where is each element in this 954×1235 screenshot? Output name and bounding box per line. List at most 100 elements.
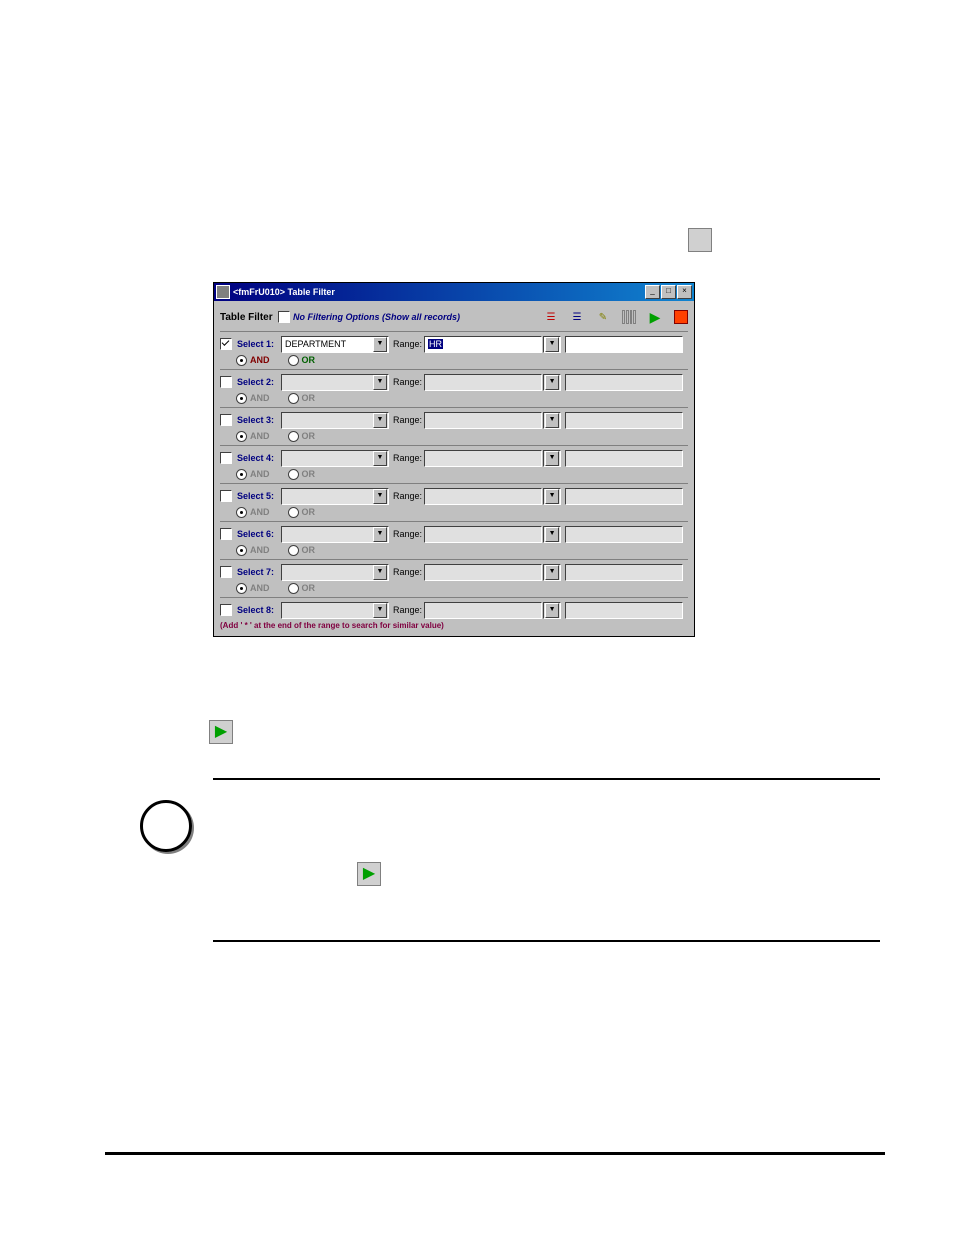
chevron-down-icon: ▼ <box>545 337 559 352</box>
go-button-2[interactable]: ▶ <box>357 862 381 886</box>
range-from-dd: ▼ <box>543 488 561 505</box>
row-label: Select 6: <box>237 529 281 539</box>
or-radio: OR <box>288 431 316 442</box>
row-checkbox[interactable] <box>220 528 232 540</box>
go-icon[interactable]: ▶ <box>648 310 662 324</box>
no-filter-checkbox[interactable] <box>278 311 290 323</box>
row-checkbox[interactable] <box>220 604 232 616</box>
chevron-down-icon: ▼ <box>545 527 559 542</box>
maximize-button[interactable]: □ <box>661 285 676 299</box>
edit-icon[interactable]: ✎ <box>596 310 610 324</box>
range-from <box>424 374 542 391</box>
range-to <box>565 488 683 505</box>
range-from[interactable]: HR <box>424 336 542 353</box>
row-checkbox[interactable] <box>220 490 232 502</box>
range-to <box>565 602 683 619</box>
or-radio: OR <box>288 469 316 480</box>
chevron-down-icon: ▼ <box>545 489 559 504</box>
hint-text: (Add ' * ' at the end of the range to se… <box>220 619 688 632</box>
chevron-down-icon: ▼ <box>545 603 559 618</box>
filter-row-8: Select 8:▼Range:▼ <box>220 597 688 619</box>
field-combo: ▼ <box>281 412 389 429</box>
go-button-1[interactable]: ▶ <box>209 720 233 744</box>
filter-row-3: Select 3:▼Range:▼ANDOR <box>220 407 688 443</box>
range-from-dd: ▼ <box>543 374 561 391</box>
chevron-down-icon: ▼ <box>373 489 387 504</box>
chevron-down-icon: ▼ <box>373 565 387 580</box>
chevron-down-icon: ▼ <box>373 451 387 466</box>
field-combo: ▼ <box>281 602 389 619</box>
range-from-dd[interactable]: ▼ <box>543 336 561 353</box>
or-radio: OR <box>288 583 316 594</box>
chevron-down-icon: ▼ <box>545 375 559 390</box>
and-radio: AND <box>236 545 270 556</box>
row-label: Select 3: <box>237 415 281 425</box>
row-checkbox[interactable] <box>220 452 232 464</box>
chevron-down-icon: ▼ <box>373 375 387 390</box>
table-filter-window: <fmFrU010> Table Filter _ □ × Table Filt… <box>213 282 695 637</box>
row-checkbox[interactable] <box>220 376 232 388</box>
field-combo: ▼ <box>281 374 389 391</box>
or-radio: OR <box>288 393 316 404</box>
range-to <box>565 564 683 581</box>
range-to <box>565 412 683 429</box>
or-radio: OR <box>288 545 316 556</box>
chevron-down-icon: ▼ <box>373 413 387 428</box>
and-radio: AND <box>236 469 270 480</box>
chevron-down-icon: ▼ <box>373 603 387 618</box>
range-label: Range: <box>393 339 422 349</box>
row-label: Select 5: <box>237 491 281 501</box>
filter-row-6: Select 6:▼Range:▼ANDOR <box>220 521 688 557</box>
and-radio: AND <box>236 431 270 442</box>
range-label: Range: <box>393 491 422 501</box>
and-radio: AND <box>236 393 270 404</box>
or-radio[interactable]: OR <box>288 355 316 366</box>
range-label: Range: <box>393 453 422 463</box>
chevron-down-icon: ▼ <box>545 565 559 580</box>
filter-row-1: Select 1:DEPARTMENT▼Range:HR▼ANDOR <box>220 331 688 367</box>
range-from-dd: ▼ <box>543 564 561 581</box>
row-label: Select 1: <box>237 339 281 349</box>
window-title: <fmFrU010> Table Filter <box>233 287 644 297</box>
no-filter-label: No Filtering Options (Show all records) <box>293 312 460 322</box>
range-from <box>424 450 542 467</box>
filter-row-7: Select 7:▼Range:▼ANDOR <box>220 559 688 595</box>
field-combo: ▼ <box>281 564 389 581</box>
range-to[interactable] <box>565 336 683 353</box>
colors-icon[interactable] <box>622 310 636 324</box>
field-combo: ▼ <box>281 526 389 543</box>
chevron-down-icon: ▼ <box>545 413 559 428</box>
and-radio: AND <box>236 507 270 518</box>
range-to <box>565 374 683 391</box>
range-from <box>424 526 542 543</box>
window-icon <box>216 285 230 299</box>
list-red-icon[interactable]: ☰ <box>544 310 558 324</box>
and-radio: AND <box>236 583 270 594</box>
row-checkbox[interactable] <box>220 338 232 350</box>
minimize-button[interactable]: _ <box>645 285 660 299</box>
filter-row-4: Select 4:▼Range:▼ANDOR <box>220 445 688 481</box>
and-radio[interactable]: AND <box>236 355 270 366</box>
step-circle <box>140 800 192 852</box>
row-checkbox[interactable] <box>220 414 232 426</box>
divider <box>213 778 880 780</box>
chevron-down-icon: ▼ <box>545 451 559 466</box>
row-checkbox[interactable] <box>220 566 232 578</box>
field-combo: ▼ <box>281 450 389 467</box>
range-from <box>424 488 542 505</box>
list-blue-icon[interactable]: ☰ <box>570 310 584 324</box>
range-label: Range: <box>393 529 422 539</box>
row-label: Select 8: <box>237 605 281 615</box>
range-label: Range: <box>393 377 422 387</box>
field-combo[interactable]: DEPARTMENT▼ <box>281 336 389 353</box>
app-icon <box>688 228 712 252</box>
titlebar[interactable]: <fmFrU010> Table Filter _ □ × <box>214 283 694 301</box>
chevron-down-icon: ▼ <box>373 337 387 352</box>
range-from-dd: ▼ <box>543 450 561 467</box>
close-button[interactable]: × <box>677 285 692 299</box>
range-to <box>565 450 683 467</box>
row-label: Select 2: <box>237 377 281 387</box>
range-to <box>565 526 683 543</box>
range-from <box>424 412 542 429</box>
stop-icon[interactable] <box>674 310 688 324</box>
